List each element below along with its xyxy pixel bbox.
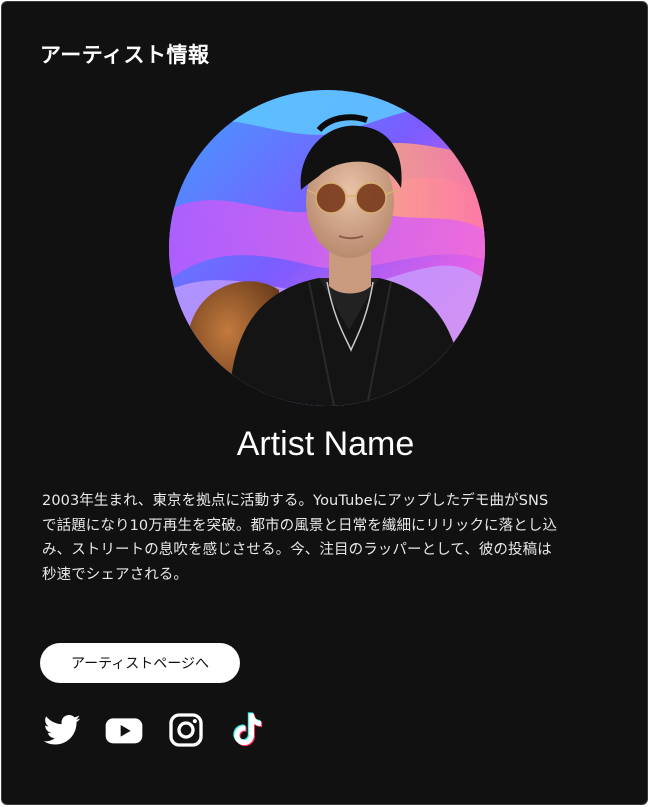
artist-avatar xyxy=(169,90,485,406)
artist-bio: 2003年生まれ、東京を拠点に活動する。YouTubeにアップしたデモ曲がSNS… xyxy=(42,489,614,587)
artist-bio-line: 秒速でシェアされる。 xyxy=(42,566,188,583)
artist-info-card: アーティスト情報 Artist Name 2003年生まれ、東京を拠点に活動する… xyxy=(1,1,648,805)
youtube-link[interactable] xyxy=(104,709,144,751)
artist-bio-line: み、ストリートの息吹を感じさせる。今、注目のラッパーとして、彼の投稿は xyxy=(42,542,552,558)
artist-name: Artist Name xyxy=(236,425,415,463)
twitter-icon xyxy=(43,715,81,745)
tiktok-icon xyxy=(233,712,263,747)
youtube-icon xyxy=(105,718,143,744)
instagram-icon xyxy=(169,713,203,747)
artist-bio-line: で話題になり10万再生を突破。都市の風景と日常を繊細にリリックに落とし込 xyxy=(42,517,558,534)
artist-page-button[interactable]: アーティストページへ xyxy=(40,643,240,683)
section-title: アーティスト情報 xyxy=(40,43,210,67)
twitter-link[interactable] xyxy=(42,709,82,751)
artist-bio-line: 2003年生まれ、東京を拠点に活動する。YouTubeにアップしたデモ曲がSNS xyxy=(42,493,549,509)
tiktok-link[interactable] xyxy=(228,709,268,751)
instagram-link[interactable] xyxy=(166,709,206,751)
